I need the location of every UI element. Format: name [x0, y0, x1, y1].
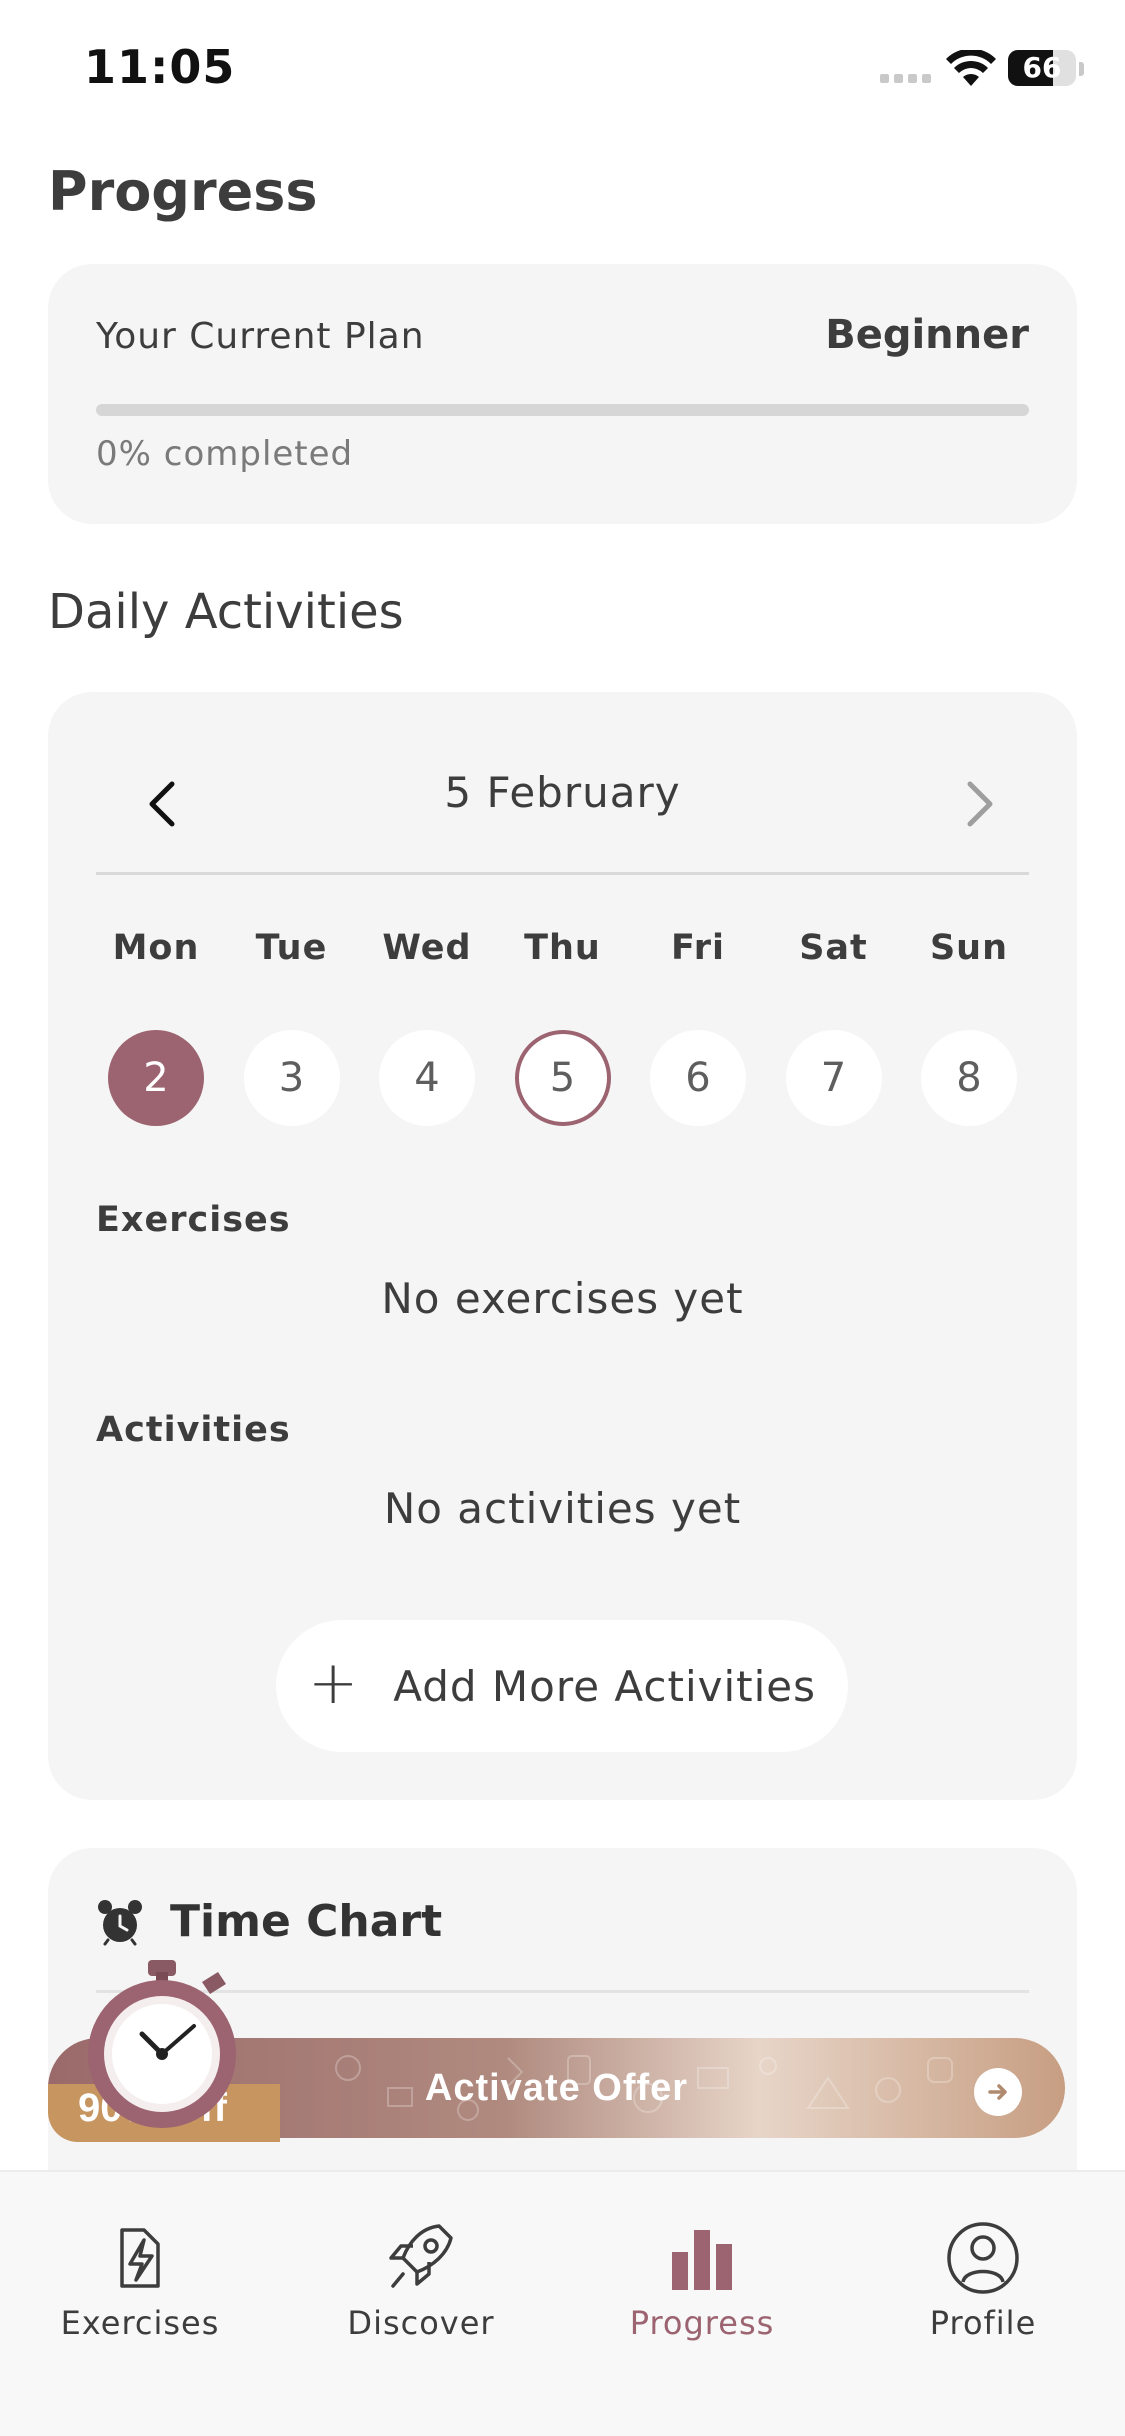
add-more-activities-label: Add More Activities	[393, 1661, 817, 1711]
day-row: 2 3 4 5 6 7 8	[96, 1030, 1029, 1126]
arrow-right-icon[interactable]	[974, 2068, 1022, 2116]
plan-completed-text: 0% completed	[96, 434, 354, 474]
day-button[interactable]: 2	[108, 1030, 204, 1126]
plan-label: Your Current Plan	[96, 316, 425, 357]
activities-empty-text: No activities yet	[383, 1484, 742, 1533]
profile-icon	[947, 2222, 1019, 2294]
plan-progress-bar	[96, 404, 1029, 416]
daily-activities-title: Daily Activities	[48, 584, 404, 640]
tab-label: Discover	[347, 2304, 495, 2342]
tab-discover[interactable]: Discover	[321, 2218, 521, 2342]
tab-label: Exercises	[60, 2304, 220, 2342]
stopwatch-icon	[88, 1960, 236, 2128]
day-button[interactable]: 8	[921, 1030, 1017, 1126]
plan-value: Beginner	[825, 312, 1029, 358]
exercises-label: Exercises	[96, 1200, 291, 1240]
battery-icon: 66	[1008, 50, 1076, 86]
add-more-activities-button[interactable]: + Add More Activities	[276, 1620, 848, 1752]
wifi-icon	[946, 50, 996, 86]
status-time: 11:05	[84, 40, 236, 94]
day-button[interactable]: 3	[243, 1030, 340, 1126]
page-title: Progress	[48, 160, 318, 223]
tab-progress[interactable]: Progress	[602, 2218, 802, 2342]
date-label: 5 February	[444, 768, 681, 817]
day-button[interactable]: 6	[650, 1030, 746, 1126]
tab-label: Progress	[629, 2304, 775, 2342]
lightning-icon	[120, 2228, 160, 2288]
tab-bar: Exercises Discover Progress Profile	[0, 2170, 1125, 2436]
battery-cap	[1079, 62, 1084, 76]
weekday-label: Sat	[799, 928, 868, 968]
daily-activities-card: 5 February Mon Tue Wed Thu Fri Sat Sun 2…	[48, 692, 1077, 1800]
weekday-row: Mon Tue Wed Thu Fri Sat Sun	[96, 928, 1029, 968]
time-chart-title: Time Chart	[170, 1896, 443, 1947]
alarm-clock-icon	[98, 1900, 142, 1946]
activities-label: Activities	[96, 1410, 291, 1450]
weekday-label: Sun	[929, 928, 1009, 968]
weekday-label: Tue	[255, 928, 328, 968]
day-button[interactable]: 5	[514, 1030, 611, 1126]
weekday-label: Wed	[382, 928, 472, 968]
plus-icon: +	[307, 1648, 360, 1718]
rocket-icon	[389, 2224, 453, 2288]
battery-level: 66	[1022, 51, 1062, 84]
status-bar: 11:05 66	[0, 0, 1125, 140]
day-button[interactable]: 4	[379, 1030, 475, 1126]
tab-exercises[interactable]: Exercises	[40, 2218, 240, 2342]
weekday-label: Thu	[524, 928, 601, 968]
signal-icon	[880, 74, 931, 83]
weekday-label: Fri	[671, 928, 725, 968]
chevron-right-icon[interactable]	[938, 764, 1018, 844]
tab-label: Profile	[929, 2304, 1037, 2342]
tab-profile[interactable]: Profile	[883, 2218, 1083, 2342]
calendar-divider	[96, 872, 1029, 875]
exercises-empty-text: No exercises yet	[381, 1274, 744, 1323]
current-plan-card[interactable]: Your Current Plan Beginner 0% completed	[48, 264, 1077, 524]
bar-chart-icon	[672, 2230, 732, 2290]
weekday-label: Mon	[112, 928, 200, 968]
day-button[interactable]: 7	[785, 1030, 882, 1126]
